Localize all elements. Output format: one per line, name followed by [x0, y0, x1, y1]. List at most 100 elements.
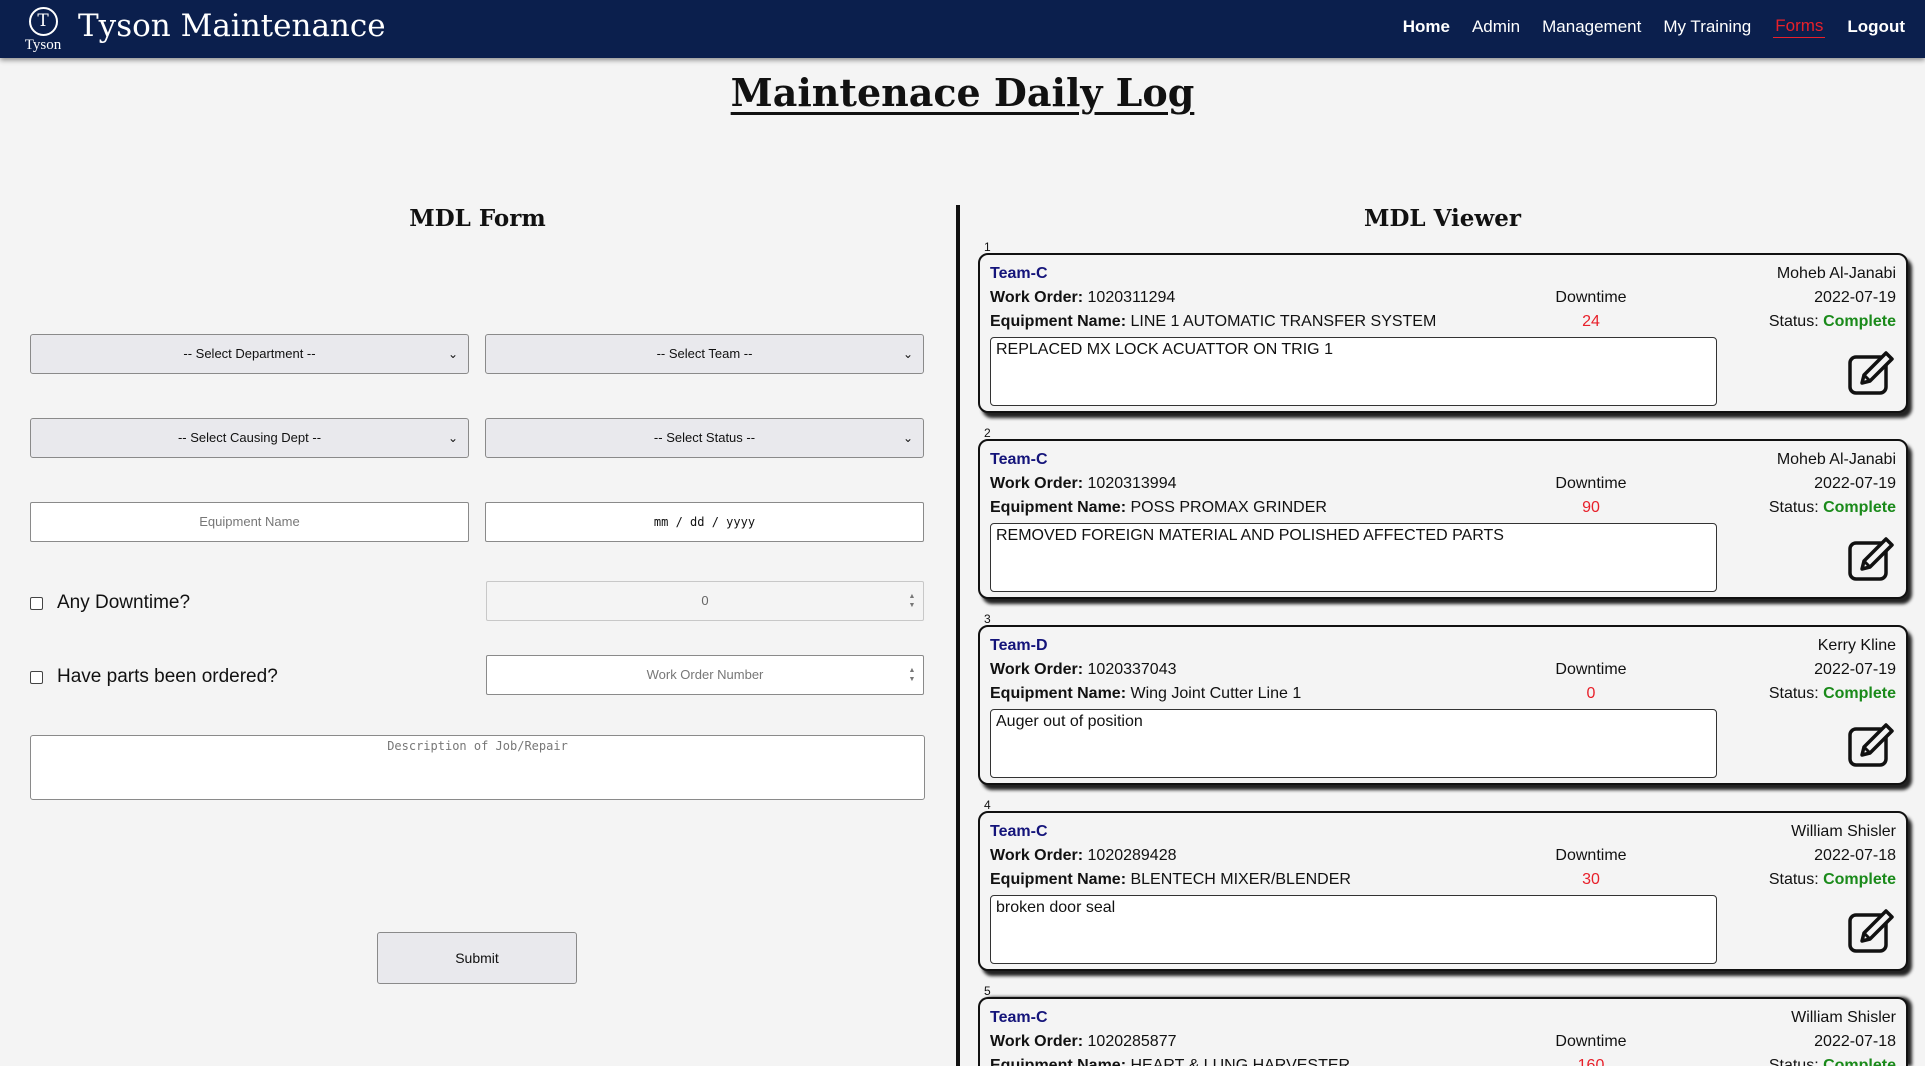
- nav-logout[interactable]: Logout: [1847, 17, 1905, 37]
- work-order-value: 1020289428: [1087, 847, 1177, 864]
- date-input[interactable]: mm / dd / yyyy: [485, 502, 924, 542]
- downtime-label: Downtime: [1555, 1033, 1627, 1050]
- downtime-value: 0: [1586, 685, 1596, 702]
- viewer-title: MDL Viewer: [1364, 205, 1521, 232]
- parts-ordered-checkbox[interactable]: [30, 670, 43, 684]
- downtime-minutes-input[interactable]: 0 ▲ ▼: [486, 581, 924, 621]
- downtime-value: 30: [1582, 871, 1600, 888]
- downtime-minutes-value: 0: [701, 593, 709, 608]
- work-order-label: Work Order:: [990, 475, 1084, 492]
- equipment-value: HEART & LUNG HARVESTER: [1130, 1057, 1351, 1066]
- entry-work-order: Work Order: 1020337043: [990, 661, 1177, 679]
- entry-status: Status: Complete: [1769, 499, 1896, 517]
- causing-dept-select[interactable]: -- Select Causing Dept -- ⌄: [30, 418, 469, 458]
- equipment-value: BLENTECH MIXER/BLENDER: [1130, 871, 1351, 888]
- equipment-label: Equipment Name:: [990, 313, 1127, 330]
- nav-menu: Home Admin Management My Training Forms …: [1381, 0, 1905, 54]
- entry-work-order: Work Order: 1020285877: [990, 1033, 1177, 1051]
- parts-check-row: Have parts been ordered?: [30, 666, 278, 688]
- work-order-value: 1020311294: [1087, 289, 1176, 306]
- nav-forms[interactable]: Forms: [1773, 16, 1826, 38]
- entry-description: REPLACED MX LOCK ACUATTOR ON TRIG 1: [990, 337, 1717, 406]
- logo-mark: T: [37, 11, 49, 31]
- mdl-entry-card[interactable]: Team-C Work Order: 1020289428 Equipment …: [978, 811, 1908, 971]
- work-order-value: 1020337043: [1087, 661, 1177, 678]
- nav-home[interactable]: Home: [1403, 17, 1450, 37]
- work-order-label: Work Order:: [990, 289, 1084, 306]
- entry-description: Auger out of position: [990, 709, 1717, 778]
- form-title: MDL Form: [409, 205, 546, 232]
- work-order-value: 1020285877: [1087, 1033, 1177, 1050]
- department-select[interactable]: -- Select Department -- ⌄: [30, 334, 469, 374]
- equipment-label: Equipment Name:: [990, 685, 1127, 702]
- logo-circle: T: [28, 7, 58, 36]
- number-spinner-icon[interactable]: ▲ ▼: [907, 592, 917, 610]
- downtime-value: 24: [1582, 313, 1600, 330]
- entry-number: 1: [984, 240, 991, 254]
- logo-text: Tyson: [24, 37, 62, 53]
- work-order-label: Work Order:: [990, 847, 1084, 864]
- equipment-label: Equipment Name:: [990, 499, 1127, 516]
- downtime-label: Any Downtime?: [57, 592, 191, 613]
- department-select-value: -- Select Department --: [183, 346, 316, 361]
- chevron-down-icon: ⌄: [902, 347, 913, 361]
- nav-admin[interactable]: Admin: [1472, 17, 1520, 37]
- entry-number: 5: [984, 984, 991, 998]
- chevron-down-icon: ⌄: [447, 431, 458, 445]
- status-value: Complete: [1823, 685, 1896, 702]
- entry-work-order: Work Order: 1020313994: [990, 475, 1177, 493]
- work-order-placeholder: Work Order Number: [646, 667, 764, 682]
- entry-equipment: Equipment Name: LINE 1 AUTOMATIC TRANSFE…: [990, 313, 1436, 331]
- status-value: Complete: [1823, 871, 1896, 888]
- date-placeholder: mm / dd / yyyy: [653, 515, 756, 529]
- downtime-label: Downtime: [1555, 847, 1627, 864]
- status-select[interactable]: -- Select Status -- ⌄: [485, 418, 924, 458]
- vertical-divider: [956, 205, 960, 1066]
- chevron-down-icon: ⌄: [447, 347, 458, 361]
- entry-work-order: Work Order: 1020289428: [990, 847, 1177, 865]
- entry-equipment: Equipment Name: BLENTECH MIXER/BLENDER: [990, 871, 1351, 889]
- mdl-entry-card[interactable]: Team-C Work Order: 1020285877 Equipment …: [978, 997, 1908, 1066]
- edit-icon[interactable]: [1846, 533, 1898, 585]
- nav-my-training[interactable]: My Training: [1663, 17, 1751, 37]
- entry-technician: Moheb Al-Janabi: [1776, 451, 1896, 468]
- work-order-number-input[interactable]: Work Order Number ▲ ▼: [486, 655, 924, 695]
- description-textarea[interactable]: Description of Job/Repair: [30, 735, 925, 800]
- work-order-label: Work Order:: [990, 1033, 1084, 1050]
- brand-title[interactable]: Tyson Maintenance: [78, 4, 386, 48]
- entry-description: broken door seal: [990, 895, 1717, 964]
- status-label: Status:: [1768, 1057, 1819, 1066]
- downtime-checkbox[interactable]: [30, 596, 43, 610]
- entry-status: Status: Complete: [1769, 685, 1896, 703]
- navbar: T Tyson Tyson Maintenance Home Admin Man…: [0, 0, 1925, 58]
- number-spinner-icon[interactable]: ▲ ▼: [907, 666, 917, 684]
- submit-button[interactable]: Submit: [377, 932, 577, 984]
- chevron-down-icon: ⌄: [902, 431, 913, 445]
- status-value: Complete: [1823, 499, 1896, 516]
- entry-number: 3: [984, 612, 991, 626]
- mdl-entry-card[interactable]: Team-C Work Order: 1020313994 Equipment …: [978, 439, 1908, 599]
- tyson-logo-icon[interactable]: T Tyson: [18, 5, 68, 53]
- entry-status: Status: Complete: [1769, 313, 1896, 331]
- entry-technician: William Shisler: [1791, 823, 1896, 840]
- entry-technician: Kerry Kline: [1817, 637, 1896, 654]
- edit-icon[interactable]: [1846, 905, 1898, 957]
- causing-dept-select-value: -- Select Causing Dept --: [177, 430, 322, 445]
- equipment-label: Equipment Name:: [990, 1057, 1127, 1066]
- entry-status: Status: Complete: [1769, 1057, 1896, 1066]
- work-order-value: 1020313994: [1087, 475, 1177, 492]
- edit-icon[interactable]: [1846, 347, 1898, 399]
- downtime-label: Downtime: [1555, 475, 1627, 492]
- mdl-entry-card[interactable]: Team-C Work Order: 1020311294 Equipment …: [978, 253, 1908, 413]
- entry-date: 2022-07-18: [1814, 1033, 1896, 1050]
- status-label: Status:: [1768, 499, 1819, 516]
- equipment-name-input[interactable]: Equipment Name: [30, 502, 469, 542]
- edit-icon[interactable]: [1846, 719, 1898, 771]
- mdl-entry-card[interactable]: Team-D Work Order: 1020337043 Equipment …: [978, 625, 1908, 785]
- team-select-value: -- Select Team --: [656, 346, 753, 361]
- entry-team: Team-C: [990, 265, 1048, 282]
- downtime-check-row: Any Downtime?: [30, 592, 190, 614]
- nav-management[interactable]: Management: [1542, 17, 1641, 37]
- work-order-label: Work Order:: [990, 661, 1084, 678]
- team-select[interactable]: -- Select Team -- ⌄: [485, 334, 924, 374]
